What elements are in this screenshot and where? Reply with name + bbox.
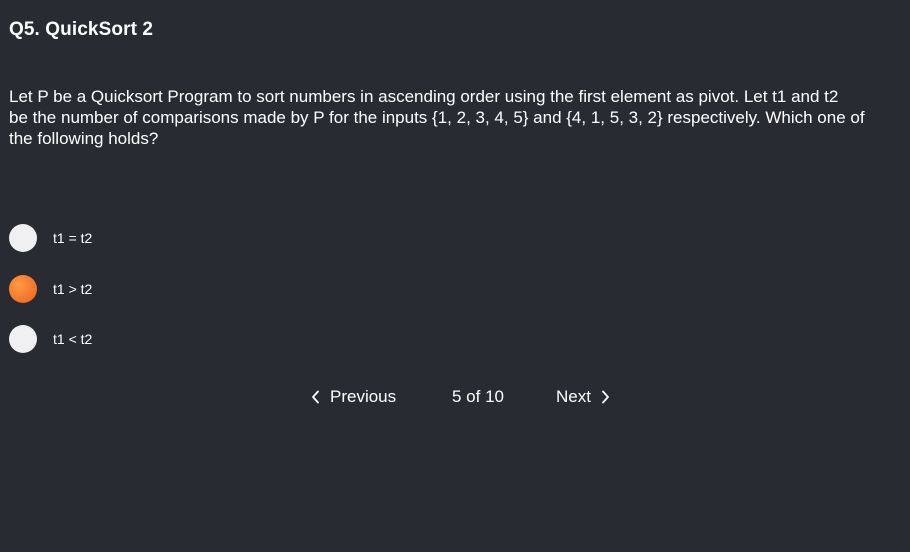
answer-option-3[interactable]: t1 < t2 bbox=[9, 323, 92, 355]
chevron-left-icon bbox=[311, 390, 320, 404]
answer-option-2[interactable]: t1 > t2 bbox=[9, 273, 92, 305]
previous-label: Previous bbox=[330, 387, 397, 406]
next-button[interactable]: Next bbox=[556, 387, 610, 407]
question-text-line: Let P be a Quicksort Program to sort num… bbox=[9, 87, 839, 106]
question-text-line: the following holds? bbox=[9, 129, 159, 148]
answer-option-1[interactable]: t1 = t2 bbox=[9, 222, 92, 254]
question-text: Let P be a Quicksort Program to sort num… bbox=[9, 86, 910, 149]
previous-button[interactable]: Previous bbox=[311, 387, 396, 407]
answer-option-label: t1 < t2 bbox=[53, 331, 93, 347]
answer-option-label: t1 = t2 bbox=[53, 230, 93, 246]
radio-button[interactable] bbox=[9, 325, 37, 353]
page-indicator: 5 of 10 bbox=[452, 387, 504, 406]
pagination: Previous 5 of 10 Next bbox=[0, 387, 910, 411]
question-title: Q5. QuickSort 2 bbox=[9, 19, 154, 40]
question-text-line: be the number of comparisons made by P f… bbox=[9, 108, 865, 127]
radio-button-selected[interactable] bbox=[9, 274, 37, 303]
radio-button[interactable] bbox=[9, 224, 37, 252]
answer-options: t1 = t2 t1 > t2 t1 < t2 bbox=[9, 222, 92, 374]
chevron-right-icon bbox=[601, 390, 610, 404]
answer-option-label: t1 > t2 bbox=[53, 280, 93, 297]
next-label: Next bbox=[556, 387, 591, 406]
